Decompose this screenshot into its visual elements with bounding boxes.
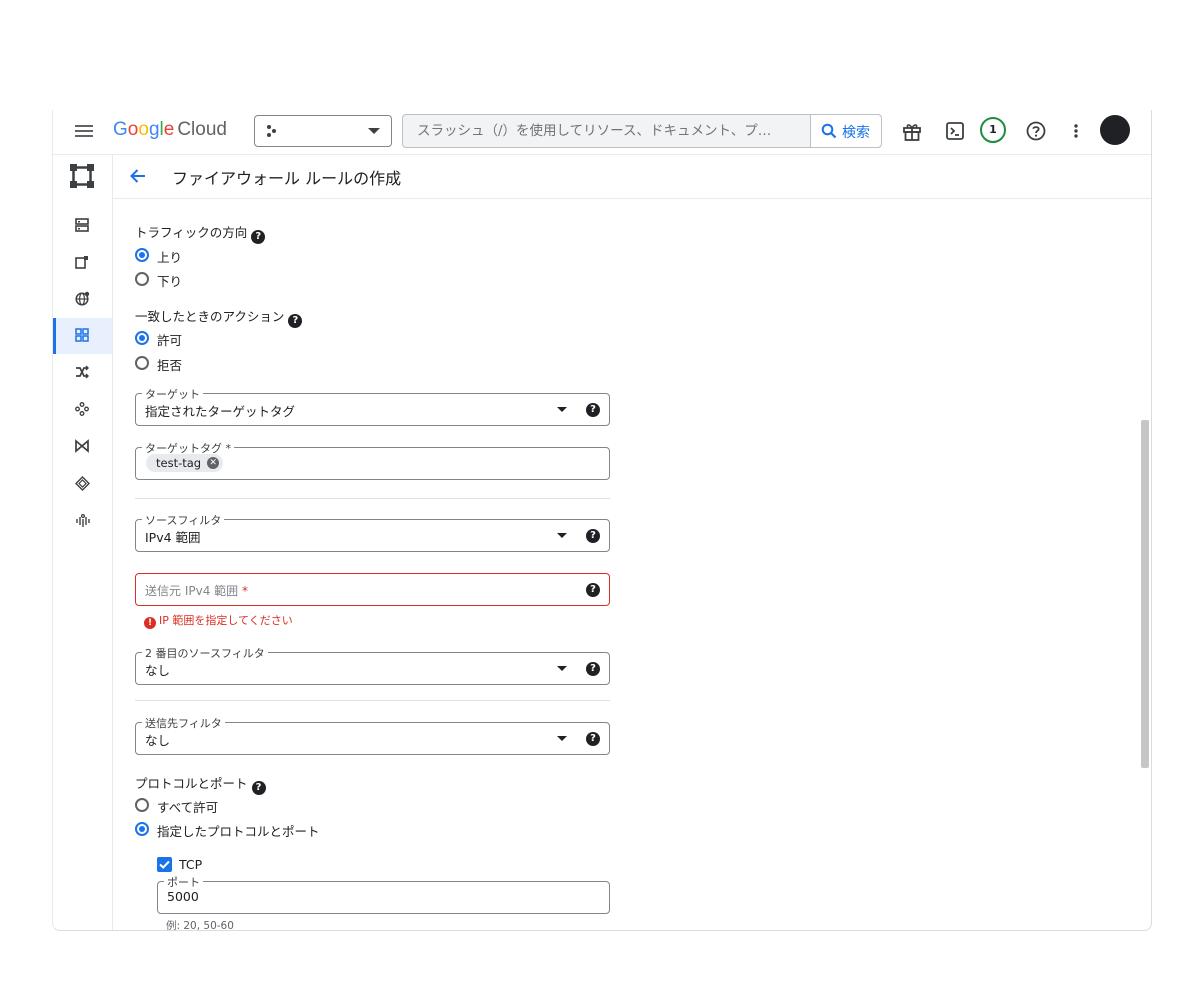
source-ipv4-placeholder: 送信元 IPv4 範囲 *: [145, 584, 248, 598]
source-filter-help-icon[interactable]: ?: [586, 529, 600, 543]
service-mesh-icon[interactable]: [53, 466, 112, 502]
direction-egress-label: 下り: [157, 274, 183, 289]
chip-remove-icon[interactable]: ✕: [207, 457, 220, 469]
firewall-form: トラフィックの方向? 上り 下り 一致したときのアクション? 許可 拒否 ターゲ…: [113, 199, 1151, 930]
destination-filter-select[interactable]: 送信先フィルタ なし ?: [135, 715, 610, 755]
protocols-section: プロトコルとポート?: [135, 773, 266, 795]
vpc-network-icon[interactable]: [53, 157, 112, 195]
product-sidebar: I>: [53, 155, 113, 930]
routes-icon[interactable]: [53, 355, 112, 391]
direction-label: トラフィックの方向: [135, 225, 248, 240]
destination-filter-help-icon[interactable]: ?: [586, 732, 600, 746]
page-header: ファイアウォール ルールの作成: [113, 155, 1151, 199]
gift-icon[interactable]: [901, 120, 925, 144]
direction-section: トラフィックの方向?: [135, 222, 266, 244]
dropdown-arrow-icon: [557, 666, 567, 671]
dropdown-arrow-icon: [557, 407, 567, 412]
source-filter-label: ソースフィルタ: [142, 512, 225, 528]
logo-cloud-text: Cloud: [177, 119, 227, 140]
tcp-checkbox[interactable]: [157, 857, 172, 872]
source-ipv4-input[interactable]: 送信元 IPv4 範囲 * ?: [135, 573, 610, 606]
more-vert-icon[interactable]: [1065, 120, 1089, 144]
target-label: ターゲット: [142, 386, 203, 402]
target-help-icon[interactable]: ?: [586, 403, 600, 417]
page-title: ファイアウォール ルールの作成: [172, 169, 402, 188]
protocols-help-icon[interactable]: ?: [251, 781, 266, 795]
search-bar: 検索: [402, 114, 882, 148]
bowtie-icon[interactable]: [53, 429, 112, 465]
dropdown-arrow-icon: [557, 736, 567, 741]
search-button-label: 検索: [842, 125, 870, 141]
protocols-specified-label: 指定したプロトコルとポート: [157, 824, 320, 839]
action-label: 一致したときのアクション: [135, 309, 285, 324]
second-source-filter-select[interactable]: 2 番目のソースフィルタ なし ?: [135, 645, 610, 685]
help-icon[interactable]: [1025, 120, 1049, 144]
search-button[interactable]: 検索: [810, 115, 881, 147]
firewall-nav-icon[interactable]: [53, 318, 112, 354]
chevron-down-icon: [368, 128, 380, 134]
tcp-ports-label: ポート: [164, 874, 203, 890]
source-filter-value: IPv4 範囲: [145, 530, 201, 545]
packet-mirroring-icon[interactable]: [53, 503, 112, 539]
source-ipv4-error-text: IP 範囲を指定してください: [159, 614, 293, 627]
protocols-label: プロトコルとポート: [135, 776, 248, 791]
target-value: 指定されたターゲットタグ: [145, 404, 296, 419]
ip-addresses-icon[interactable]: [53, 245, 112, 281]
dropdown-arrow-icon: [557, 533, 567, 538]
menu-icon[interactable]: [75, 122, 93, 140]
source-filter-select[interactable]: ソースフィルタ IPv4 範囲 ?: [135, 512, 610, 552]
check-icon: [159, 860, 170, 869]
back-arrow-icon[interactable]: [129, 167, 147, 185]
action-allow-label: 許可: [157, 333, 183, 348]
vpc-networks-nav-icon[interactable]: [53, 208, 112, 244]
search-icon: [821, 123, 837, 139]
notification-badge[interactable]: 1: [980, 117, 1006, 143]
destination-filter-label: 送信先フィルタ: [142, 715, 225, 731]
target-select[interactable]: ターゲット 指定されたターゲットタグ ?: [135, 386, 610, 426]
source-ipv4-help-icon[interactable]: ?: [586, 583, 600, 597]
tcp-ports-hint: 例: 20, 50-60: [166, 920, 234, 931]
second-source-filter-label: 2 番目のソースフィルタ: [142, 645, 268, 661]
tcp-ports-value: 5000: [167, 889, 199, 904]
section-divider: [135, 700, 610, 701]
google-cloud-logo[interactable]: Google Cloud: [113, 119, 227, 141]
error-icon: !: [144, 617, 156, 629]
logo-google-text: Google: [113, 119, 175, 140]
destination-filter-value: なし: [145, 733, 171, 748]
action-section: 一致したときのアクション?: [135, 306, 303, 328]
source-ipv4-error: ! IP 範囲を指定してください: [144, 612, 293, 629]
tag-chip-label: test-tag: [156, 456, 202, 470]
action-deny-label: 拒否: [157, 358, 183, 373]
section-divider: [135, 498, 610, 499]
peering-icon[interactable]: [53, 392, 112, 428]
project-picker[interactable]: [254, 115, 392, 147]
action-help-icon[interactable]: ?: [288, 314, 303, 328]
tcp-label: TCP: [179, 857, 203, 872]
cloud-shell-icon[interactable]: [944, 120, 968, 144]
tcp-ports-input[interactable]: ポート 5000: [157, 874, 610, 914]
top-bar: GoogleCloud 検索 1: [53, 110, 1151, 155]
direction-ingress-label: 上り: [157, 250, 183, 265]
scrollbar[interactable]: [1141, 420, 1149, 768]
protocols-allow-all-label: すべて許可: [157, 800, 219, 815]
target-tags-input[interactable]: ターゲットタグ * test-tag ✕: [135, 440, 610, 480]
avatar[interactable]: [1100, 115, 1130, 145]
search-input[interactable]: [403, 115, 808, 147]
console-window: GoogleCloud 検索 1: [52, 110, 1152, 931]
direction-help-icon[interactable]: ?: [251, 230, 266, 244]
second-source-filter-help-icon[interactable]: ?: [586, 662, 600, 676]
second-source-filter-value: なし: [145, 663, 171, 678]
network-globe-icon[interactable]: [53, 281, 112, 317]
tag-chip: test-tag ✕: [146, 454, 224, 472]
